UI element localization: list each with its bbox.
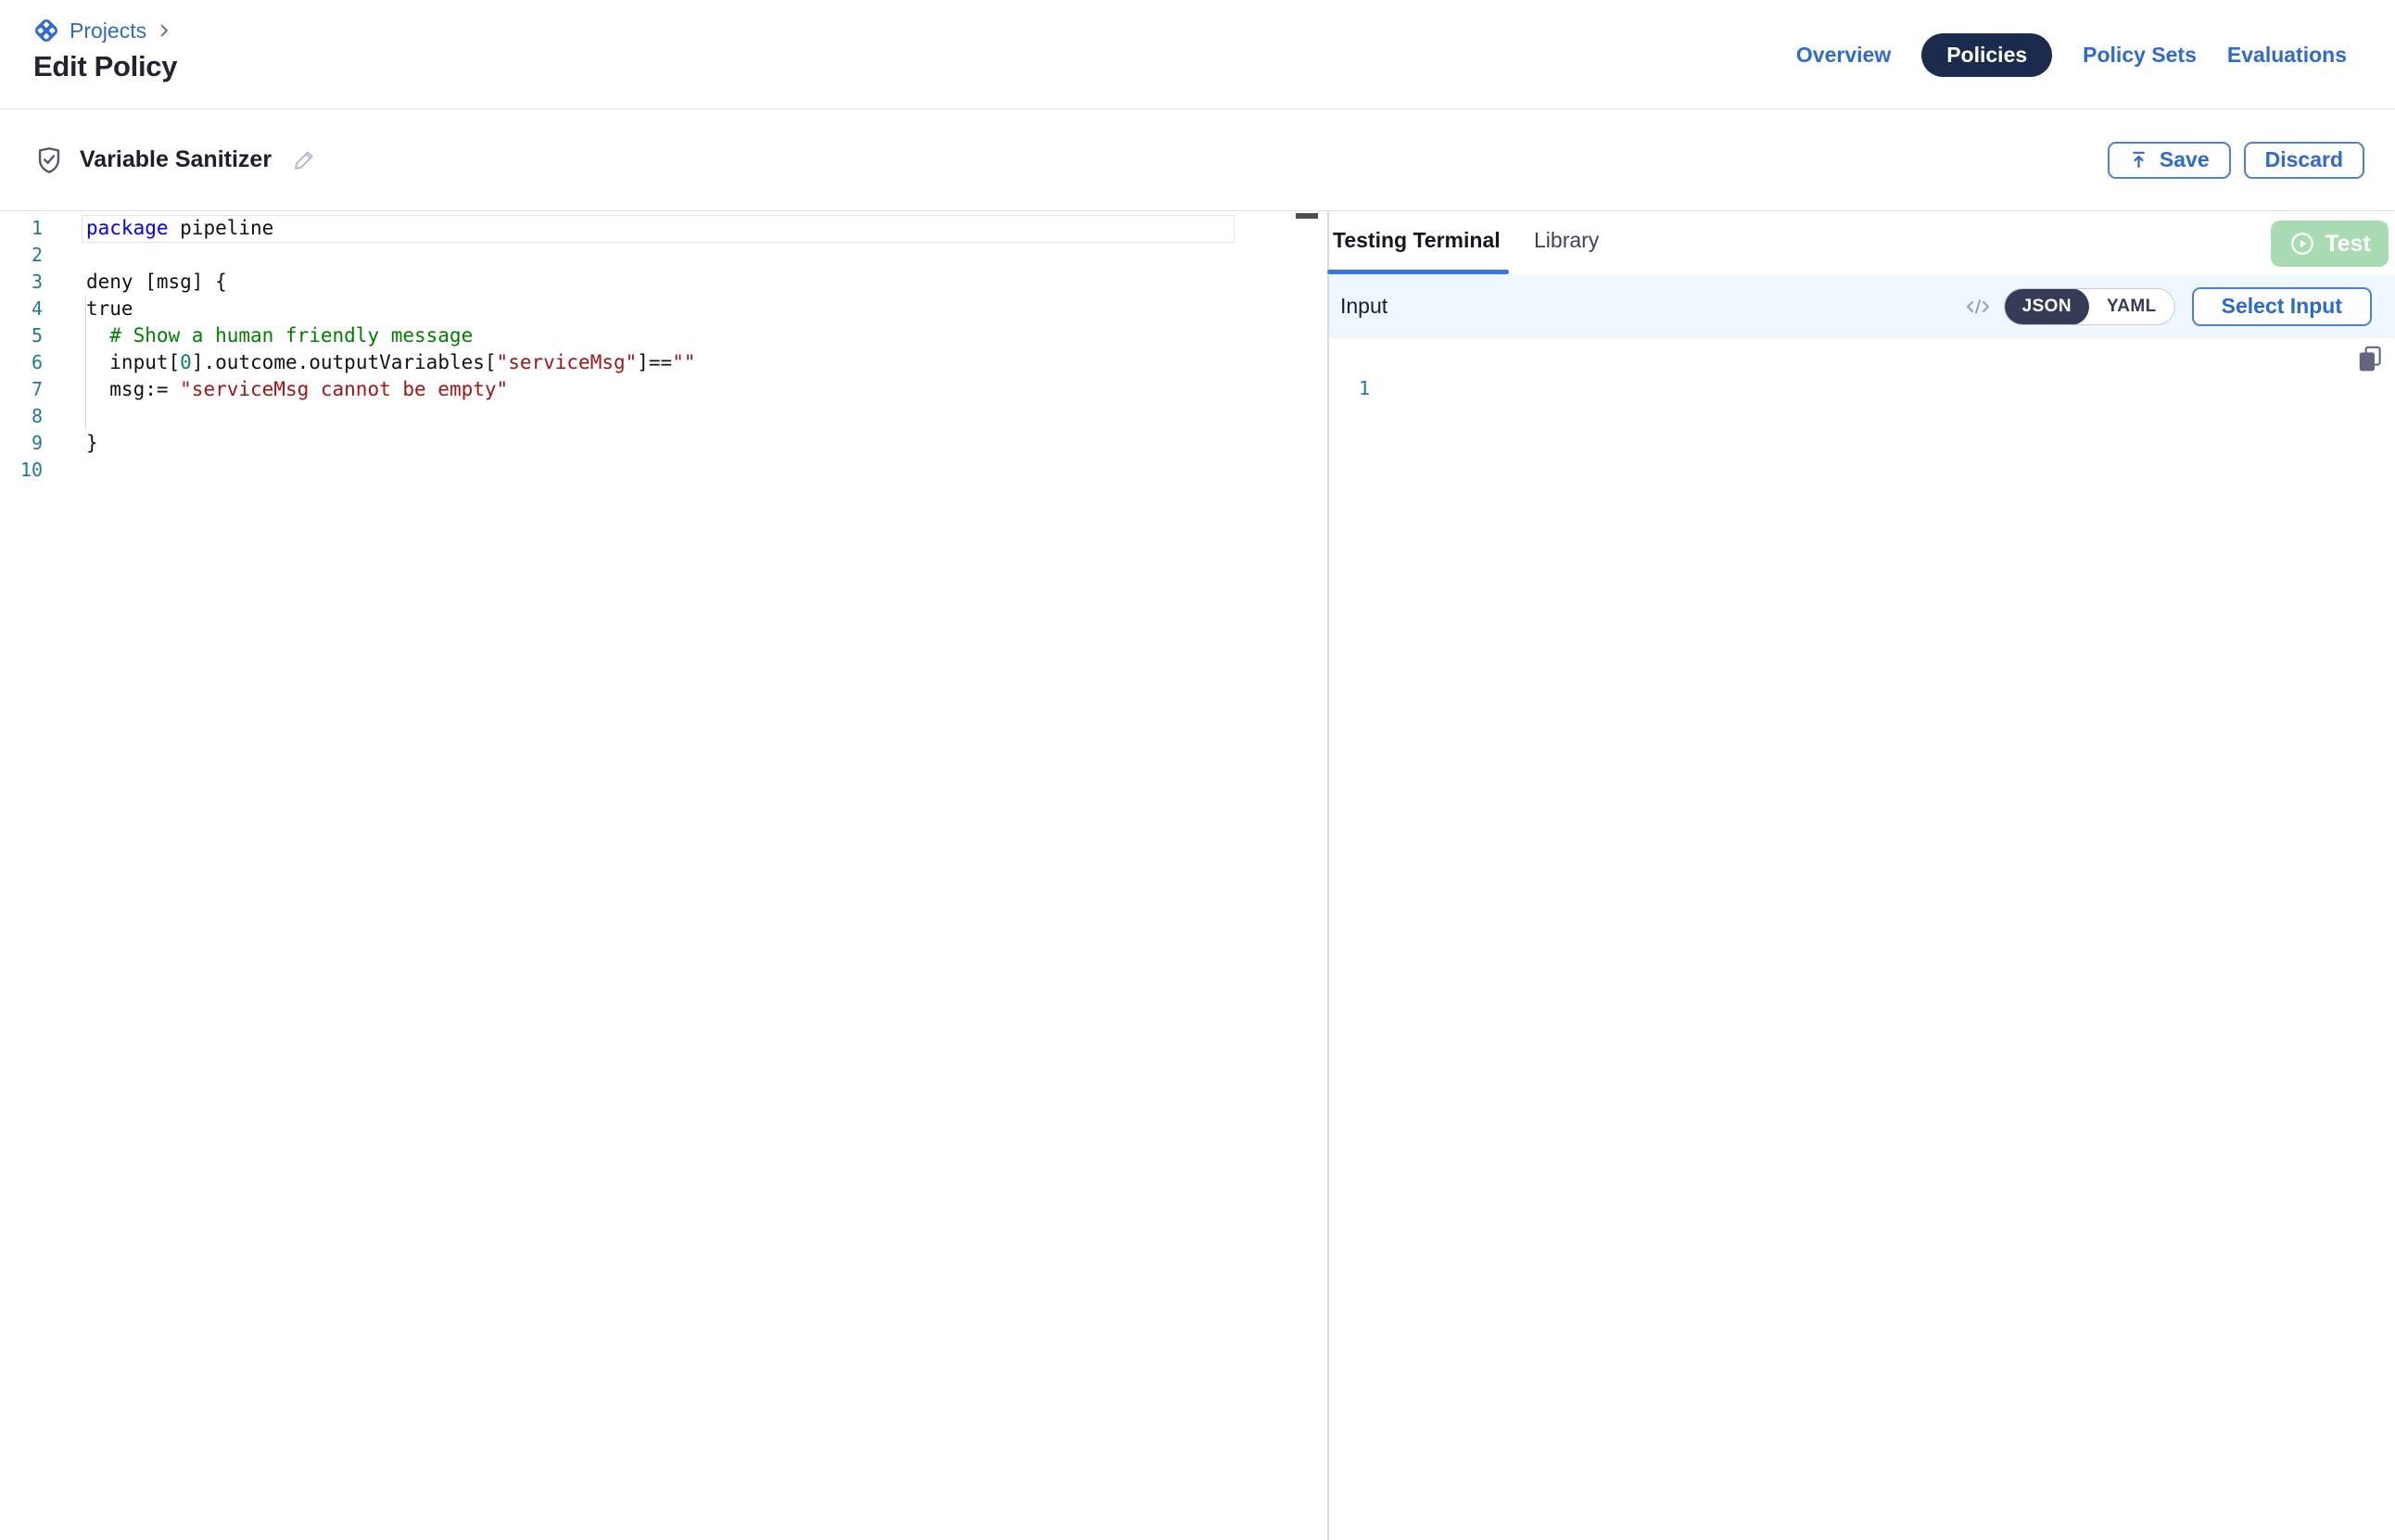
code-line: deny [msg] {: [86, 269, 696, 296]
input-section-header: Input JSON YAML Select Input: [1329, 274, 2395, 338]
code-brackets-icon[interactable]: [1964, 296, 1992, 318]
line-number: 3: [0, 269, 43, 296]
tab-policy-sets[interactable]: Policy Sets: [2083, 43, 2197, 68]
code-line: [86, 457, 696, 484]
code-lines: package pipeline deny [msg] {true # Show …: [86, 215, 696, 484]
line-number: 10: [0, 457, 43, 484]
play-circle-icon: [2288, 230, 2316, 258]
line-number: 9: [0, 430, 43, 457]
json-yaml-toggle[interactable]: JSON YAML: [2004, 288, 2175, 325]
line-number: 8: [0, 403, 43, 430]
header: Projects Edit Policy Overview Policies P…: [0, 0, 2395, 109]
line-number: 1: [0, 215, 43, 242]
code-line: msg:= "serviceMsg cannot be empty": [86, 376, 696, 403]
tab-overview[interactable]: Overview: [1796, 43, 1891, 68]
line-number: 6: [0, 349, 43, 376]
code-line: # Show a human friendly message: [86, 322, 696, 349]
breadcrumb-projects-link[interactable]: Projects: [70, 19, 146, 44]
policy-code-editor[interactable]: 12345678910 package pipeline deny [msg] {…: [0, 211, 1327, 1540]
testing-panel: Testing Terminal Library Test Input: [1329, 211, 2395, 1540]
toggle-option-json[interactable]: JSON: [2005, 288, 2089, 325]
tab-evaluations[interactable]: Evaluations: [2227, 43, 2347, 68]
input-editor-line-number: 1: [1329, 375, 1370, 402]
code-line: [86, 403, 696, 430]
projects-diamond-icon[interactable]: [32, 16, 61, 45]
input-editor[interactable]: 1: [1329, 338, 2395, 1540]
code-line: }: [86, 430, 696, 457]
select-input-button[interactable]: Select Input: [2192, 287, 2372, 326]
tab-testing-terminal[interactable]: Testing Terminal: [1333, 211, 1501, 270]
main-content: 12345678910 package pipelinedeny [msg] {…: [0, 211, 2395, 1540]
pencil-icon: [292, 147, 317, 172]
overview-ruler-cursor-mark: [1296, 213, 1318, 219]
discard-button[interactable]: Discard: [2244, 142, 2364, 179]
shield-check-icon: [33, 145, 65, 176]
line-number: 5: [0, 322, 43, 349]
discard-button-label: Discard: [2265, 147, 2343, 172]
code-line: package pipeline: [86, 215, 696, 242]
policy-toolbar: Variable Sanitizer Save Discard: [0, 109, 2395, 211]
page-title: Edit Policy: [33, 50, 177, 83]
chevron-right-icon: [155, 21, 173, 40]
code-line: input[0].outcome.outputVariables["servic…: [86, 349, 696, 376]
tab-policies[interactable]: Policies: [1921, 33, 2052, 77]
edit-policy-name-button[interactable]: [292, 147, 317, 172]
save-button-label: Save: [2160, 147, 2210, 172]
policy-name: Variable Sanitizer: [80, 146, 272, 173]
save-button[interactable]: Save: [2108, 142, 2231, 179]
line-number: 4: [0, 296, 43, 322]
tab-library[interactable]: Library: [1534, 211, 1599, 270]
line-number: 7: [0, 376, 43, 403]
upload-icon: [2129, 149, 2150, 170]
input-label: Input: [1340, 294, 1388, 319]
breadcrumb: Projects: [32, 15, 173, 46]
copy-icon: [2356, 344, 2384, 372]
panel-tabs: Testing Terminal Library Test: [1329, 211, 2395, 274]
copy-button[interactable]: [2356, 344, 2384, 374]
toggle-option-yaml[interactable]: YAML: [2089, 288, 2174, 325]
test-button-label: Test: [2325, 231, 2371, 258]
code-line: [86, 242, 696, 269]
test-button[interactable]: Test: [2271, 221, 2389, 267]
code-line: true: [86, 296, 696, 322]
top-nav: Overview Policies Policy Sets Evaluation…: [1796, 0, 2347, 109]
line-numbers: 12345678910: [0, 215, 43, 484]
line-number: 2: [0, 242, 43, 269]
